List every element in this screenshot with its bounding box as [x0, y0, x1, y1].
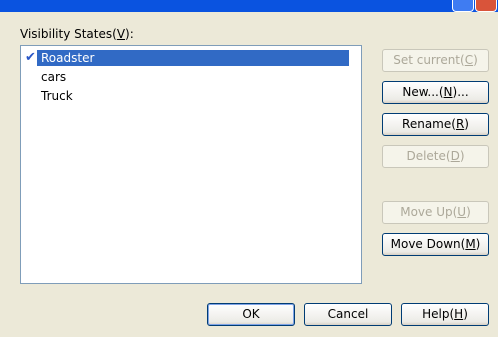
help-label: Help( — [422, 307, 455, 321]
set-current-mnemonic: C — [464, 53, 474, 67]
label-text: Visibility States( — [20, 27, 117, 41]
rename-end: ) — [464, 117, 469, 131]
list-item-truck[interactable]: Truck — [37, 88, 77, 104]
new-button[interactable]: New...(N)... — [382, 81, 489, 104]
new-mnemonic: N — [443, 85, 453, 99]
move-up-button[interactable]: Move Up(U) — [382, 201, 489, 224]
delete-button[interactable]: Delete(D) — [382, 145, 489, 168]
visibility-states-label: Visibility States(V): — [20, 27, 134, 41]
title-bar — [0, 0, 498, 12]
move-down-label: Move Down( — [390, 237, 466, 251]
delete-label: Delete( — [406, 149, 451, 163]
help-title-button[interactable] — [452, 0, 474, 12]
delete-mnemonic: D — [450, 149, 460, 163]
cancel-button[interactable]: Cancel — [304, 303, 392, 326]
set-current-label: Set current( — [393, 53, 465, 67]
help-end: ) — [463, 307, 468, 321]
move-down-mnemonic: M — [465, 237, 476, 251]
delete-end: ) — [459, 149, 465, 163]
ok-button[interactable]: OK — [207, 303, 295, 326]
checkmark-icon: ✔ — [25, 50, 36, 65]
list-item-cars[interactable]: cars — [37, 69, 70, 85]
visibility-states-list[interactable]: ✔ Roadster cars Truck — [20, 45, 362, 284]
help-mnemonic: H — [454, 307, 464, 321]
move-down-button[interactable]: Move Down(M) — [382, 233, 489, 256]
set-current-button[interactable]: Set current(C) — [382, 49, 489, 72]
set-current-end: ) — [473, 53, 478, 67]
label-text-end: ): — [125, 27, 134, 41]
move-up-mnemonic: U — [457, 205, 467, 219]
help-button[interactable]: Help(H) — [401, 303, 489, 326]
move-up-end: ) — [466, 205, 471, 219]
list-item-roadster[interactable]: Roadster — [37, 50, 349, 66]
new-label: New...( — [402, 85, 444, 99]
label-mnemonic: V — [116, 27, 126, 41]
rename-label: Rename( — [402, 117, 456, 131]
move-up-label: Move Up( — [400, 205, 458, 219]
move-down-end: ) — [475, 237, 481, 251]
close-title-button[interactable] — [475, 0, 497, 12]
rename-button[interactable]: Rename(R) — [382, 113, 489, 136]
new-end: )... — [452, 85, 469, 99]
